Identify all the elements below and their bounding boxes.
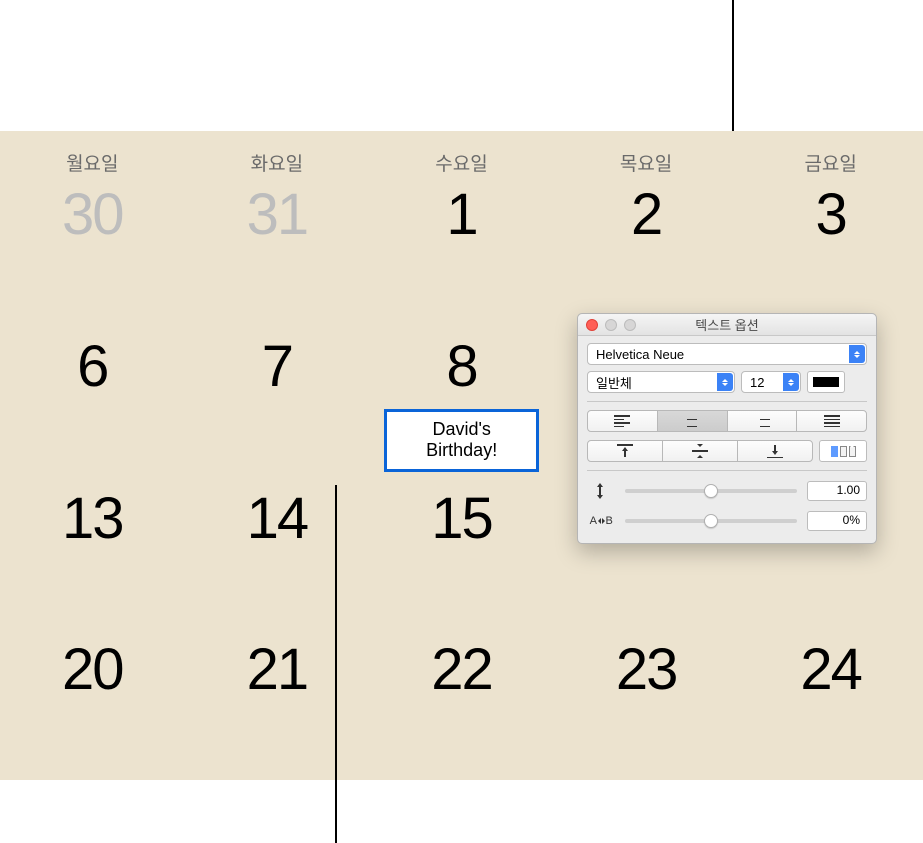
line-spacing-icon <box>587 483 615 499</box>
day-cell[interactable]: 23 <box>554 628 739 780</box>
day-cell[interactable]: 7 <box>185 325 370 477</box>
line-spacing-row: 1.00 <box>587 481 867 501</box>
dropdown-stepper-icon <box>783 373 799 391</box>
slider-thumb[interactable] <box>704 514 718 528</box>
valign-bottom-icon <box>767 444 783 458</box>
color-swatch-icon <box>813 377 839 387</box>
panel-titlebar[interactable]: 텍스트 옵션 <box>578 314 876 336</box>
day-cell[interactable]: 2 <box>554 173 739 325</box>
day-number: 20 <box>62 636 123 703</box>
day-cell[interactable]: 15 <box>369 477 554 629</box>
day-cell[interactable]: 20 <box>0 628 185 780</box>
day-number: 15 <box>431 485 492 552</box>
char-spacing-value[interactable]: 0% <box>807 511 867 531</box>
font-style-value: 일반체 <box>596 373 632 392</box>
dropdown-stepper-icon <box>717 373 733 391</box>
char-spacing-row: AB 0% <box>587 511 867 531</box>
day-number: 2 <box>631 181 661 248</box>
font-style-select[interactable]: 일반체 <box>587 371 735 393</box>
valign-bottom-button[interactable] <box>737 440 813 462</box>
day-number: 21 <box>247 636 308 703</box>
day-cell[interactable]: 31 <box>185 173 370 325</box>
line-spacing-value[interactable]: 1.00 <box>807 481 867 501</box>
font-size-value: 12 <box>750 375 764 390</box>
week-row: 30 31 1 2 3 <box>0 173 923 325</box>
align-center-button[interactable] <box>657 410 728 432</box>
align-justify-icon <box>824 415 840 427</box>
day-cell[interactable]: 8 David's Birthday! <box>369 325 554 477</box>
day-number: 23 <box>616 636 677 703</box>
align-justify-button[interactable] <box>796 410 867 432</box>
dropdown-stepper-icon <box>849 345 865 363</box>
zoom-button[interactable] <box>624 319 636 331</box>
callout-line-bottom <box>335 485 337 843</box>
day-cell[interactable]: 14 <box>185 477 370 629</box>
vertical-align-group <box>587 440 813 462</box>
day-number: 3 <box>816 181 846 248</box>
line-spacing-slider[interactable] <box>625 489 797 493</box>
align-left-icon <box>614 415 630 427</box>
day-cell[interactable]: 24 <box>738 628 923 780</box>
align-center-icon <box>684 415 700 427</box>
day-number: 13 <box>62 485 123 552</box>
font-family-select[interactable]: Helvetica Neue <box>587 343 867 365</box>
day-number: 1 <box>446 181 476 248</box>
panel-body: Helvetica Neue 일반체 12 <box>578 336 876 543</box>
valign-top-button[interactable] <box>587 440 663 462</box>
weekday-header-row: 월요일 화요일 수요일 목요일 금요일 <box>0 131 923 173</box>
slider-thumb[interactable] <box>704 484 718 498</box>
dropdown-stepper-icon <box>849 442 865 460</box>
event-text-line: Birthday! <box>426 440 497 460</box>
weekday-header: 화요일 <box>185 131 370 173</box>
weekday-header: 수요일 <box>369 131 554 173</box>
align-left-button[interactable] <box>587 410 658 432</box>
horizontal-align-group <box>587 410 867 432</box>
week-row: 20 21 22 23 24 <box>0 628 923 780</box>
weekday-header: 목요일 <box>554 131 739 173</box>
day-number: 30 <box>62 181 123 248</box>
columns-select[interactable] <box>819 440 867 462</box>
day-cell[interactable]: 6 <box>0 325 185 477</box>
close-button[interactable] <box>586 319 598 331</box>
day-number: 24 <box>800 636 861 703</box>
event-text-box[interactable]: David's Birthday! <box>384 409 539 472</box>
text-options-panel: 텍스트 옵션 Helvetica Neue 일반체 12 <box>577 313 877 544</box>
day-cell[interactable]: 22 <box>369 628 554 780</box>
weekday-header: 금요일 <box>738 131 923 173</box>
day-number: 22 <box>431 636 492 703</box>
valign-middle-button[interactable] <box>662 440 738 462</box>
day-cell[interactable]: 13 <box>0 477 185 629</box>
align-right-button[interactable] <box>727 410 798 432</box>
window-controls <box>586 319 636 331</box>
char-spacing-slider[interactable] <box>625 519 797 523</box>
divider <box>587 401 867 402</box>
day-cell[interactable]: 3 <box>738 173 923 325</box>
valign-middle-icon <box>692 444 708 458</box>
minimize-button[interactable] <box>605 319 617 331</box>
day-cell[interactable]: 30 <box>0 173 185 325</box>
day-number: 14 <box>247 485 308 552</box>
day-number: 31 <box>247 181 308 248</box>
font-size-select[interactable]: 12 <box>741 371 801 393</box>
weekday-header: 월요일 <box>0 131 185 173</box>
text-color-well[interactable] <box>807 371 845 393</box>
font-family-value: Helvetica Neue <box>596 347 684 362</box>
char-spacing-icon: AB <box>587 515 615 527</box>
day-number: 8 <box>446 333 476 400</box>
align-right-icon <box>754 415 770 427</box>
day-cell[interactable]: 21 <box>185 628 370 780</box>
day-number: 6 <box>77 333 107 400</box>
event-text-line: David's <box>432 419 490 439</box>
day-number: 7 <box>262 333 292 400</box>
valign-top-icon <box>617 444 633 458</box>
day-cell[interactable]: 1 <box>369 173 554 325</box>
divider <box>587 470 867 471</box>
